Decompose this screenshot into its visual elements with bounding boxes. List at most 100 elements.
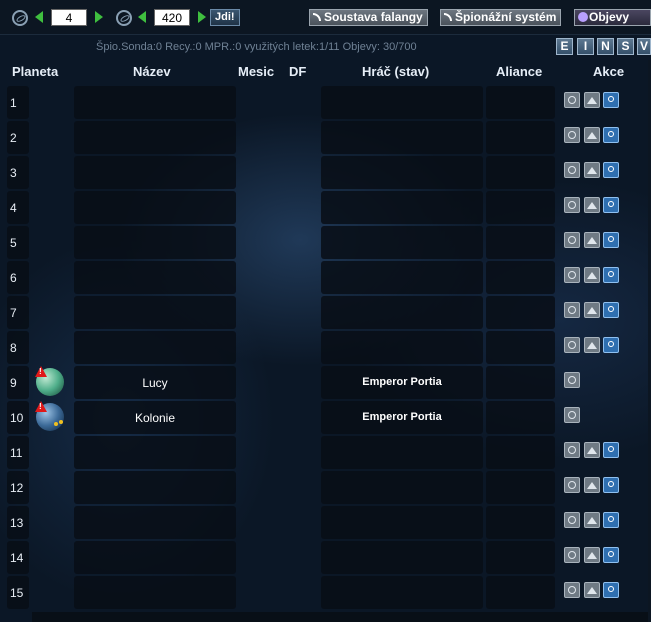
colonize-icon[interactable] [603,267,619,283]
alliance-cell [486,506,555,539]
position-number: 15 [10,586,24,600]
player-name[interactable]: Emperor Portia [321,411,483,423]
alliance-cell [486,121,555,154]
position-number: 3 [10,166,17,180]
player-name[interactable]: Emperor Portia [321,376,483,388]
alliance-cell [486,401,555,434]
espionage-icon[interactable] [564,582,580,598]
send-fleet-icon[interactable] [584,92,600,108]
espionage-icon[interactable] [564,302,580,318]
espionage-icon[interactable] [564,337,580,353]
discoveries-label: Objevy [589,10,630,24]
discoveries-button[interactable]: Objevy [574,9,651,26]
espionage-icon[interactable] [564,162,580,178]
galaxy-input[interactable] [51,9,87,26]
espionage-icon[interactable] [564,512,580,528]
colonize-icon[interactable] [603,582,619,598]
filter-button-v[interactable]: V [637,38,651,55]
espionage-icon[interactable] [564,407,580,423]
planet-name-cell [74,471,236,504]
go-button[interactable]: Jdi! [210,9,240,26]
player-cell [321,261,483,294]
alliance-cell [486,576,555,609]
planet-name[interactable]: Kolonie [74,411,236,425]
galaxy-next-arrow-icon[interactable] [95,11,103,23]
planet-name-cell [74,191,236,224]
send-fleet-icon[interactable] [584,582,600,598]
position-number: 8 [10,341,17,355]
send-fleet-icon[interactable] [584,197,600,213]
colonize-icon[interactable] [603,92,619,108]
fleet-activity-icon [54,420,64,428]
table-row: 4 [0,190,651,225]
table-row: 5 [0,225,651,260]
send-fleet-icon[interactable] [584,302,600,318]
send-fleet-icon[interactable] [584,477,600,493]
galaxy-toolbar: Jdi! Soustava falangy Špionážní systém O… [0,0,651,35]
table-row: 2 [0,120,651,155]
player-cell [321,156,483,189]
alliance-cell [486,191,555,224]
position-number: 11 [10,446,23,460]
status-strip: Špio.Sonda:0 Recy.:0 MPR.:0 využitých le… [0,35,651,59]
planet-name[interactable]: Lucy [74,376,236,390]
filter-button-n[interactable]: N [597,38,614,55]
send-fleet-icon[interactable] [584,442,600,458]
table-row: 12 [0,470,651,505]
table-row: 3 [0,155,651,190]
espionage-icon[interactable] [564,372,580,388]
espionage-icon[interactable] [564,232,580,248]
send-fleet-icon[interactable] [584,512,600,528]
galaxy-prev-arrow-icon[interactable] [35,11,43,23]
send-fleet-icon[interactable] [584,267,600,283]
position-number: 12 [10,481,24,495]
colonize-icon[interactable] [603,512,619,528]
espionage-icon[interactable] [564,267,580,283]
spy-system-label: Špionážní systém [455,10,557,24]
espionage-icon[interactable] [564,92,580,108]
colonize-icon[interactable] [603,477,619,493]
player-cell [321,296,483,329]
filter-button-i[interactable]: I [577,38,594,55]
player-cell [321,436,483,469]
system-prev-arrow-icon[interactable] [138,11,146,23]
colonize-icon[interactable] [603,127,619,143]
filter-button-e[interactable]: E [556,38,573,55]
phalanx-button[interactable]: Soustava falangy [309,9,428,26]
position-number: 4 [10,201,17,215]
espionage-icon[interactable] [564,127,580,143]
alliance-cell [486,331,555,364]
colonize-icon[interactable] [603,337,619,353]
header-moon: Mesic [238,64,275,79]
planet-name-cell [74,121,236,154]
position-number: 5 [10,236,17,250]
signal-icon [313,13,321,21]
colonize-icon[interactable] [603,302,619,318]
colonize-icon[interactable] [603,232,619,248]
planet-name-cell [74,331,236,364]
send-fleet-icon[interactable] [584,127,600,143]
espionage-icon[interactable] [564,442,580,458]
filter-button-s[interactable]: S [617,38,634,55]
colonize-icon[interactable] [603,442,619,458]
send-fleet-icon[interactable] [584,547,600,563]
send-fleet-icon[interactable] [584,337,600,353]
planet-name-cell [74,296,236,329]
fleet-status-text: Špio.Sonda:0 Recy.:0 MPR.:0 využitých le… [96,41,417,53]
colonize-icon[interactable] [603,162,619,178]
system-next-arrow-icon[interactable] [198,11,206,23]
espionage-icon[interactable] [564,477,580,493]
table-row: 10 Kolonie Emperor Portia [0,400,651,435]
spy-system-button[interactable]: Špionážní systém [440,9,562,26]
position-number: 13 [10,516,24,530]
table-row: 15 [0,575,651,610]
send-fleet-icon[interactable] [584,162,600,178]
alliance-cell [486,226,555,259]
system-input[interactable] [154,9,190,26]
colonize-icon[interactable] [603,547,619,563]
alliance-cell [486,156,555,189]
espionage-icon[interactable] [564,547,580,563]
send-fleet-icon[interactable] [584,232,600,248]
colonize-icon[interactable] [603,197,619,213]
espionage-icon[interactable] [564,197,580,213]
